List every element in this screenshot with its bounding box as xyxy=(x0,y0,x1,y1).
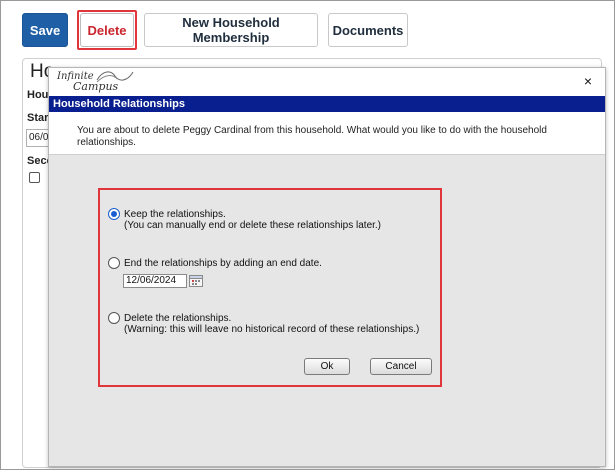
ok-button[interactable]: Ok xyxy=(304,358,350,375)
option-keep-note: (You can manually end or delete these re… xyxy=(124,220,382,231)
documents-button[interactable]: Documents xyxy=(328,13,408,47)
secondary-checkbox[interactable] xyxy=(29,172,40,183)
dialog-header: Household Relationships xyxy=(49,96,605,112)
close-icon[interactable]: × xyxy=(581,73,595,89)
save-button[interactable]: Save xyxy=(22,13,68,47)
logo-swoosh-icon xyxy=(96,71,134,83)
infinite-campus-logo: Infinite Campus xyxy=(57,70,147,94)
delete-button[interactable]: Delete xyxy=(80,13,134,47)
new-household-membership-button[interactable]: New Household Membership xyxy=(144,13,318,47)
divider xyxy=(49,154,605,155)
cancel-button[interactable]: Cancel xyxy=(370,358,432,375)
radio-end-relationships[interactable] xyxy=(108,257,120,269)
end-date-input[interactable]: 12/06/2024 xyxy=(123,274,187,288)
option-delete-label: Delete the relationships. xyxy=(124,313,232,324)
option-keep-label: Keep the relationships. xyxy=(124,209,226,220)
toolbar: Save Delete New Household Membership Doc… xyxy=(0,0,615,58)
radio-keep-relationships[interactable] xyxy=(108,208,120,220)
radio-delete-relationships[interactable] xyxy=(108,312,120,324)
option-delete-note: (Warning: this will leave no historical … xyxy=(124,324,420,335)
dialog-message: You are about to delete Peggy Cardinal f… xyxy=(49,112,605,154)
calendar-icon[interactable] xyxy=(189,275,203,287)
dialog-titlebar: Infinite Campus × xyxy=(49,68,605,96)
option-end-label: End the relationships by adding an end d… xyxy=(124,258,322,269)
